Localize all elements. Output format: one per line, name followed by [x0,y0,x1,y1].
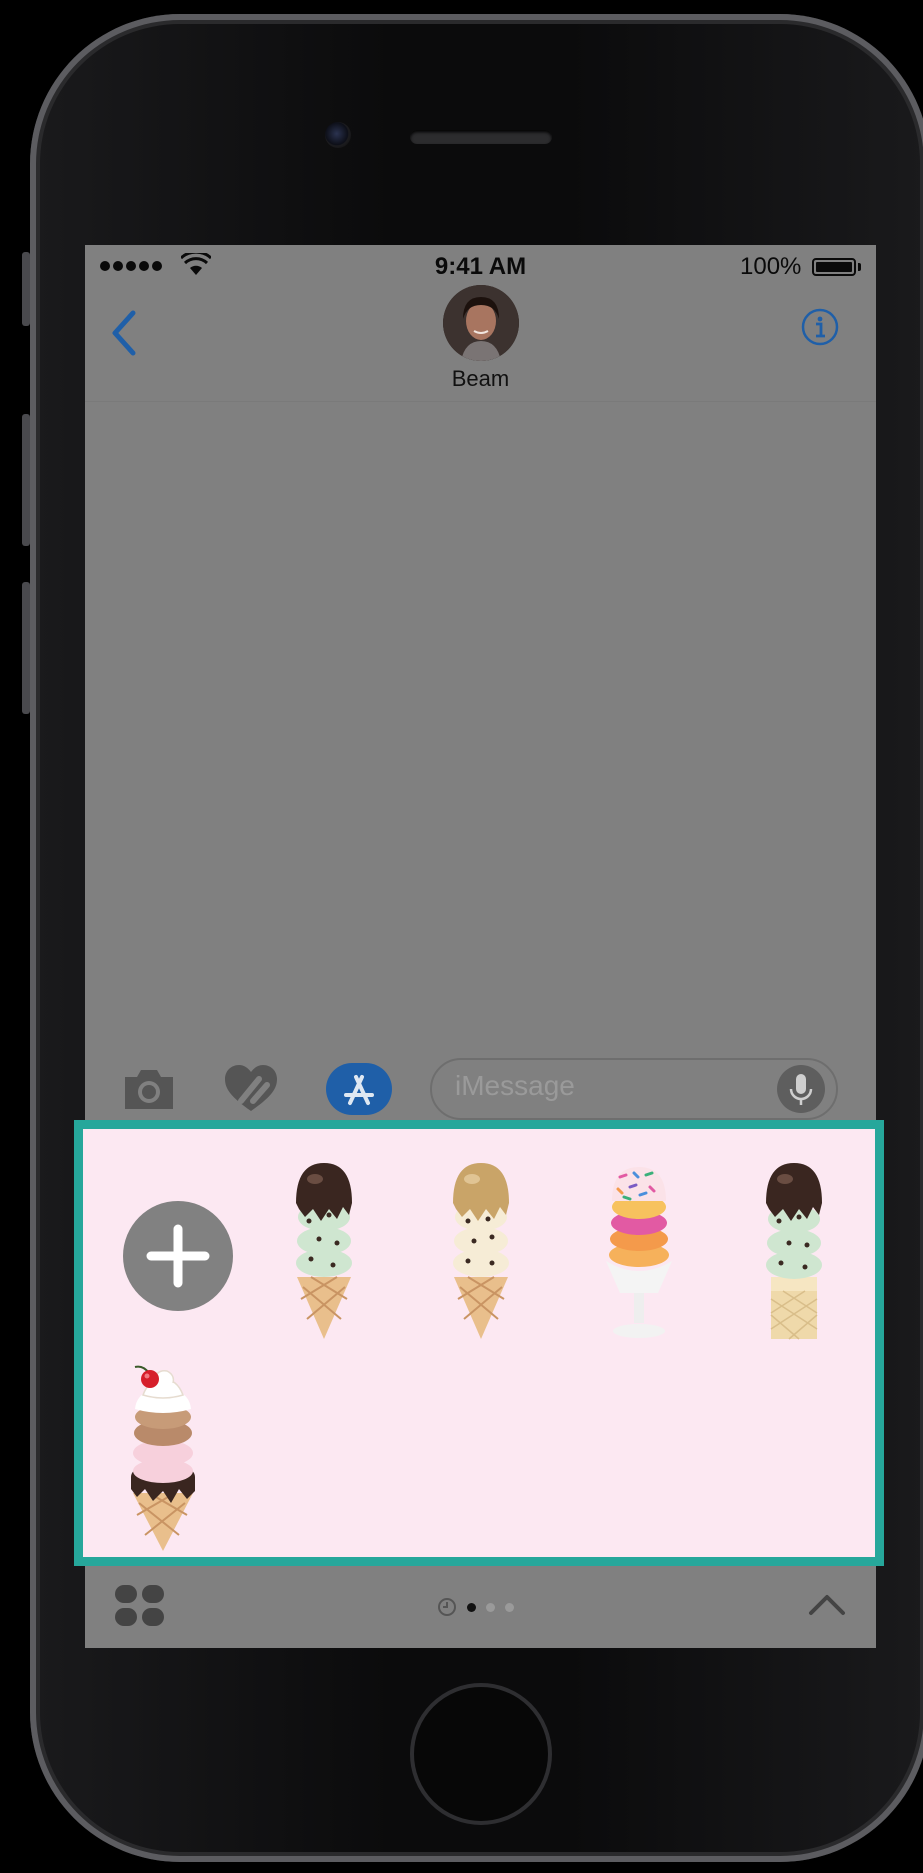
microphone-icon[interactable] [777,1065,825,1113]
app-drawer-grid-icon[interactable] [115,1585,165,1627]
page-dot[interactable] [505,1602,514,1612]
camera-icon[interactable] [121,1065,177,1113]
volume-up-button [22,414,30,546]
page-dot[interactable] [486,1602,495,1612]
home-button[interactable] [410,1683,552,1825]
mute-switch [22,252,30,326]
contact-name[interactable]: Beam [85,366,876,392]
digital-touch-heart-icon[interactable] [223,1063,279,1115]
volume-down-button [22,582,30,714]
clock-icon[interactable] [437,1597,457,1617]
page-dot-active[interactable] [467,1602,476,1612]
sticker-cookie-dough-caramel-cone[interactable] [446,1159,516,1341]
battery-nub [858,263,861,271]
battery-icon [812,258,856,276]
sticker-cherry-triple-scoop-cone[interactable] [123,1365,203,1551]
message-thread [85,402,876,1042]
status-bar: 9:41 AM 100% [85,245,876,285]
imessage-placeholder: iMessage [455,1070,575,1101]
plus-icon [146,1224,210,1288]
front-camera [325,122,351,148]
contact-avatar[interactable] [443,285,519,361]
chevron-left-icon[interactable] [105,305,145,361]
sticker-mint-chip-chocolate-cup-cone[interactable] [759,1159,829,1341]
add-sticker-button[interactable] [123,1201,233,1311]
sticker-drawer [74,1120,884,1566]
battery-percentage: 100% [740,253,802,280]
app-store-icon[interactable] [326,1063,392,1115]
info-circle-icon[interactable] [800,307,840,347]
sticker-mint-chip-chocolate-dip-cone[interactable] [289,1159,359,1341]
sticker-sprinkle-sherbet-sundae[interactable] [602,1163,676,1341]
earpiece-speaker [410,130,552,144]
chevron-up-icon[interactable] [807,1591,847,1617]
conversation-header: Beam [85,285,876,402]
page-indicator[interactable] [437,1597,514,1617]
